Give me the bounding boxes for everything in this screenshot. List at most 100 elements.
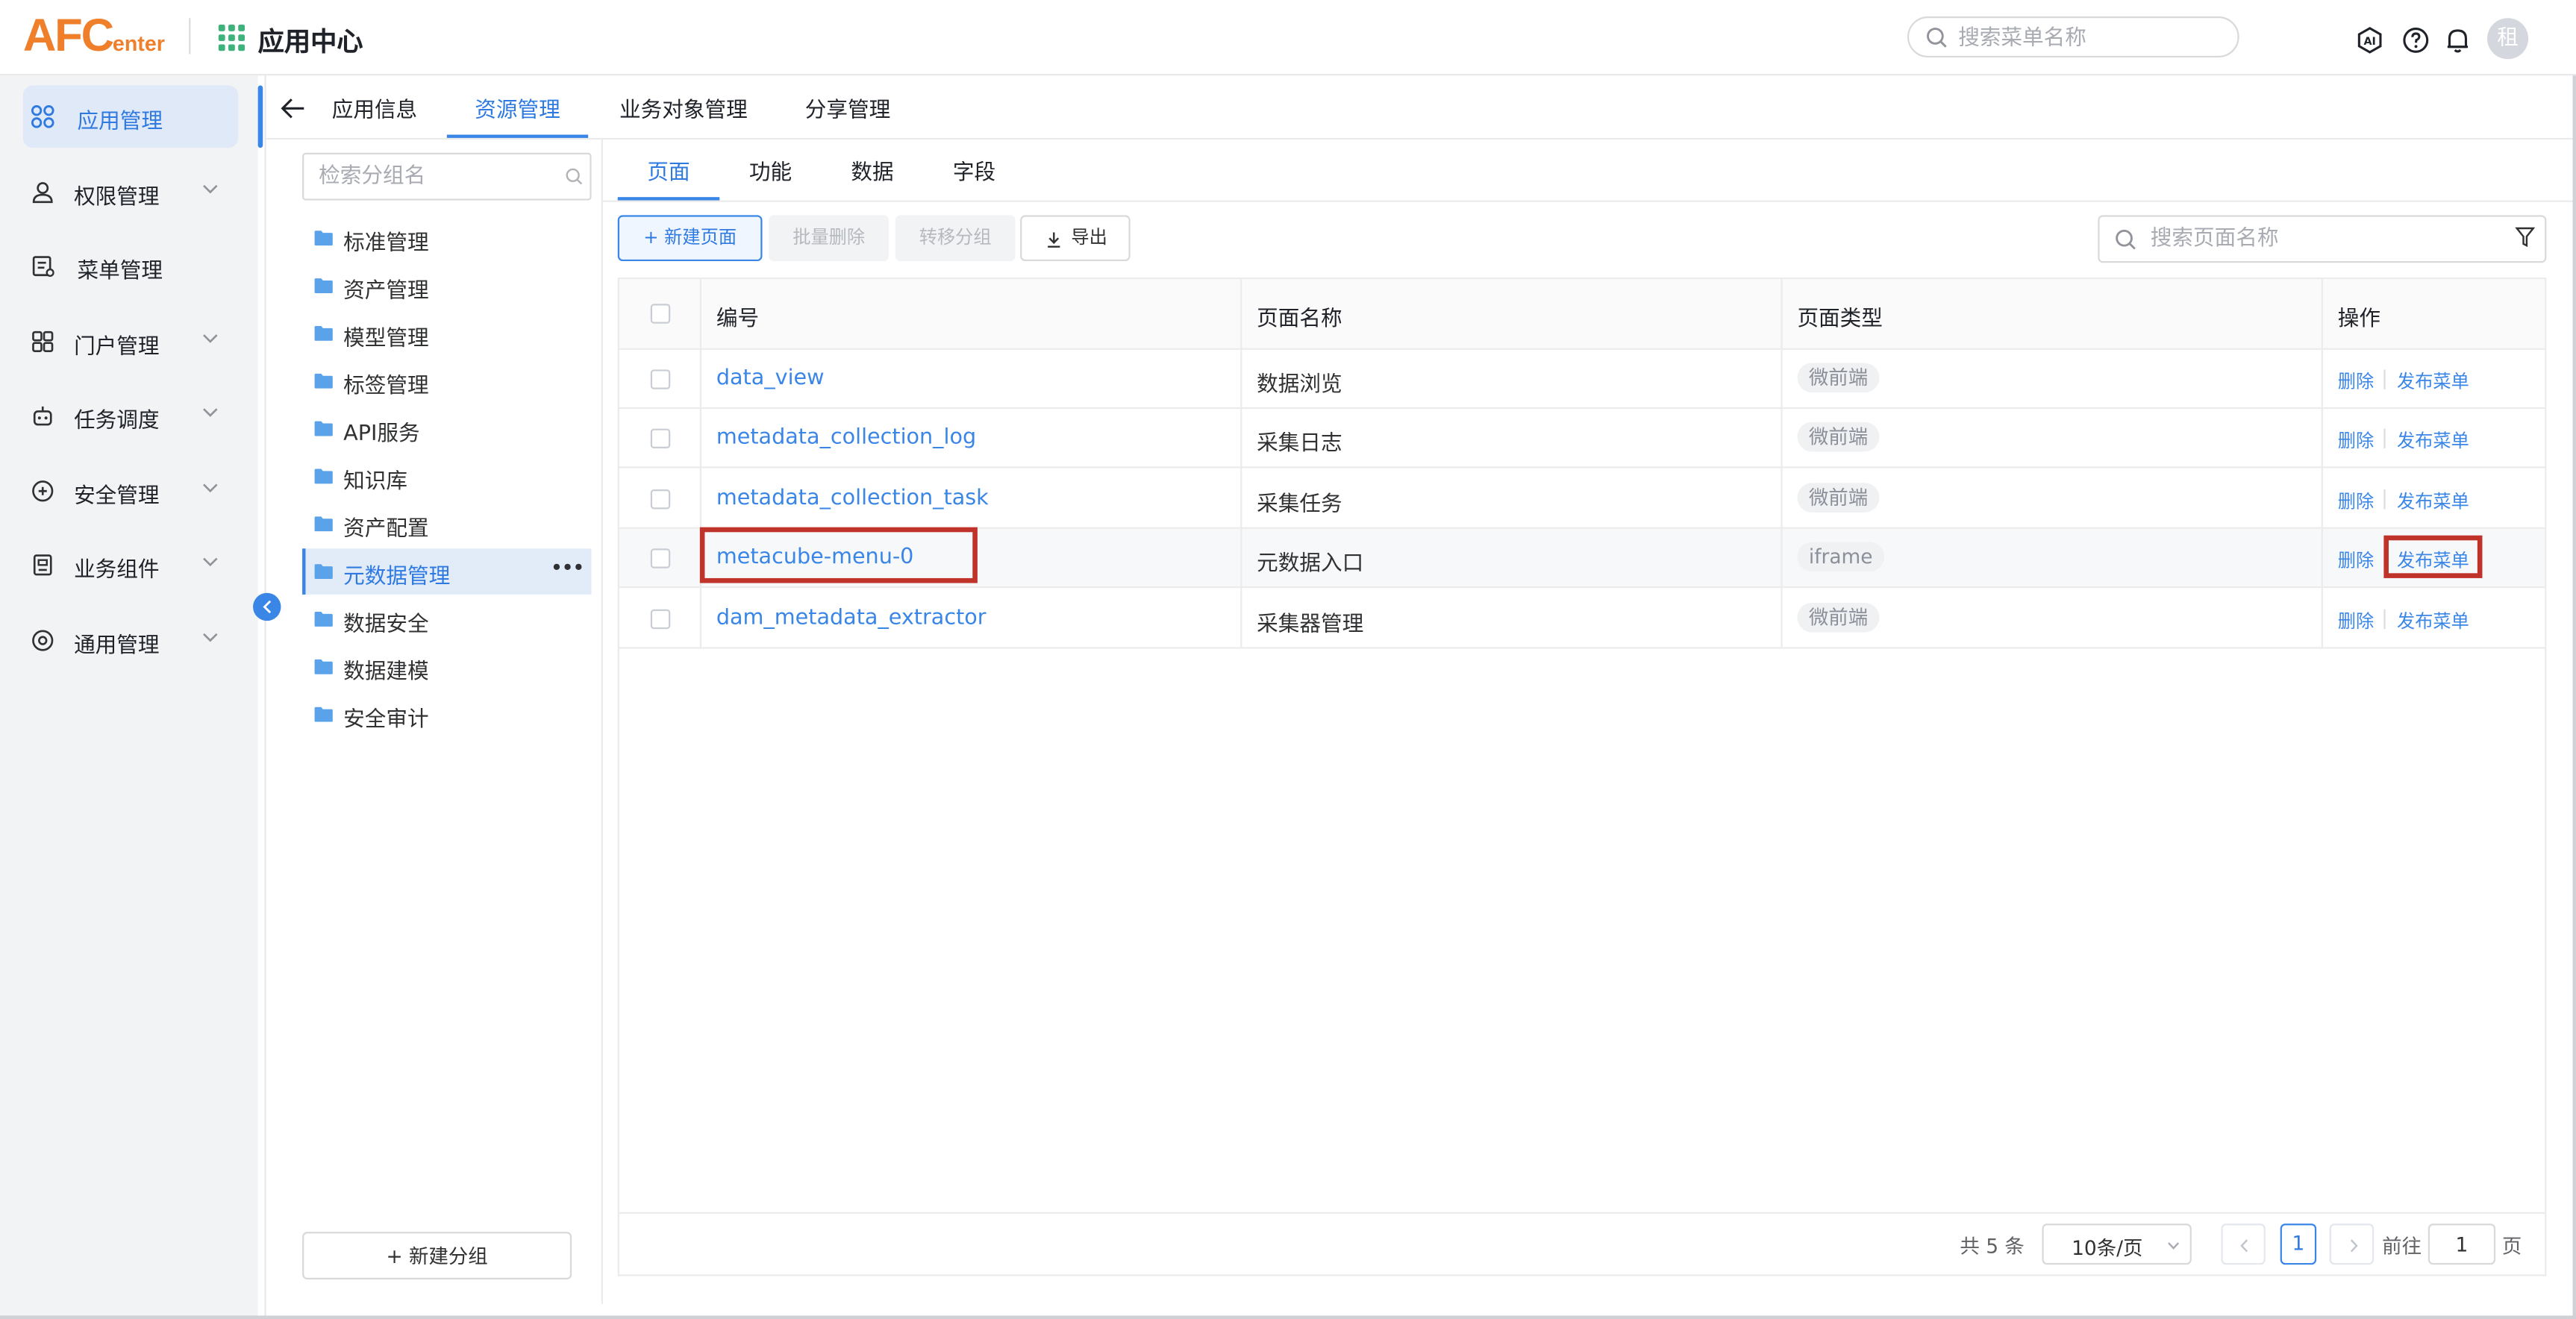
page-code-link[interactable]: metadata_collection_task [716, 486, 989, 510]
sidebar-item-task-schedule[interactable]: 任务调度 [23, 384, 238, 447]
group-item-label: 资产管理 [343, 279, 429, 304]
group-item[interactable]: 标签管理 [302, 358, 591, 404]
page-type-tag: 微前端 [1797, 363, 1880, 393]
sidebar-item-app-management[interactable]: 应用管理 [22, 85, 239, 148]
select-all-checkbox[interactable] [650, 304, 671, 324]
batch-delete-button[interactable]: 批量删除 [769, 215, 890, 262]
page-type-tag: 微前端 [1797, 422, 1880, 453]
pagination-total: 共 5 条 [1960, 1235, 2025, 1259]
column-divider [1781, 279, 1783, 648]
delete-link[interactable]: 删除 [2338, 487, 2374, 513]
sidebar-item-business-component[interactable]: 业务组件 [23, 533, 238, 596]
delete-link[interactable]: 删除 [2338, 607, 2374, 633]
group-search-input[interactable] [319, 162, 557, 191]
page-name-cell: 采集器管理 [1257, 612, 1364, 637]
page-code-link[interactable]: metacube-menu-0 [716, 545, 914, 570]
avatar[interactable]: 租 [2487, 18, 2529, 60]
next-page-button[interactable] [2329, 1224, 2375, 1265]
more-options-icon[interactable]: ••• [551, 557, 585, 581]
subtab-field[interactable]: 字段 [953, 154, 995, 186]
row-checkbox[interactable] [650, 548, 671, 569]
page-code-link[interactable]: data_view [716, 366, 825, 391]
window-edge [0, 1315, 2576, 1319]
search-icon [565, 168, 583, 186]
delete-link[interactable]: 删除 [2338, 548, 2374, 574]
subtab-page[interactable]: 页面 [647, 154, 690, 186]
row-checkbox[interactable] [650, 489, 671, 510]
tab-resource-management[interactable]: 资源管理 [475, 92, 560, 123]
group-item[interactable]: 模型管理 [302, 310, 591, 357]
filter-icon[interactable] [2515, 227, 2535, 248]
group-item[interactable]: 标准管理 [302, 215, 591, 261]
row-checkbox[interactable] [650, 608, 671, 629]
publish-menu-link[interactable]: 发布菜单 [2397, 487, 2469, 513]
row-checkbox[interactable] [650, 369, 671, 389]
tab-app-info[interactable]: 应用信息 [332, 92, 418, 123]
afc-logo[interactable]: AFCenter [23, 10, 165, 62]
sidebar-item-permission[interactable]: 权限管理 [23, 161, 238, 224]
subtab-function[interactable]: 功能 [749, 154, 792, 186]
new-group-button[interactable]: + 新建分组 [302, 1232, 572, 1279]
chevron-down-icon [202, 333, 219, 343]
portal-icon [31, 330, 54, 354]
page-search-input[interactable] [2150, 225, 2504, 254]
publish-menu-link[interactable]: 发布菜单 [2397, 607, 2469, 633]
move-group-button[interactable]: 转移分组 [895, 215, 1016, 262]
group-item[interactable]: API服务 [302, 406, 591, 452]
new-page-button[interactable]: + 新建页面 [617, 215, 763, 262]
goto-page-input[interactable] [2427, 1224, 2496, 1265]
page-number-current[interactable]: 1 [2280, 1224, 2317, 1265]
publish-menu-link[interactable]: 发布菜单 [2397, 548, 2469, 574]
delete-link[interactable]: 删除 [2338, 368, 2374, 394]
group-item[interactable]: 资产管理 [302, 263, 591, 309]
table-row[interactable]: dam_metadata_extractor 采集器管理 微前端 删除 发布菜单 [619, 589, 2545, 648]
group-item[interactable]: 数据安全 [302, 596, 591, 642]
menu-search-box [1907, 16, 2239, 58]
action-separator [2383, 369, 2386, 389]
group-item[interactable]: 知识库 [302, 454, 591, 500]
page-name-cell: 采集日志 [1257, 432, 1342, 457]
table-row[interactable]: metadata_collection_log 采集日志 微前端 删除 发布菜单 [619, 410, 2545, 469]
group-item-label: 模型管理 [343, 327, 429, 352]
group-item[interactable]: 资产配置 [302, 501, 591, 547]
pages-table: 编号 页面名称 页面类型 操作 data_view 数据浏览 微前端 删除 发布菜单 me… [617, 278, 2547, 1276]
group-item[interactable]: 数据建模 [302, 644, 591, 690]
publish-menu-link[interactable]: 发布菜单 [2397, 427, 2469, 454]
group-item-label: 数据建模 [343, 660, 429, 686]
table-row[interactable]: metadata_collection_task 采集任务 微前端 删除 发布菜单 [619, 469, 2545, 529]
back-arrow-icon[interactable] [279, 97, 305, 120]
group-item[interactable]: 元数据管理 ••• [302, 548, 592, 595]
sidebar-collapse-button[interactable] [253, 592, 281, 621]
row-checkbox[interactable] [650, 429, 671, 449]
robot-icon [31, 404, 54, 427]
content-left-border [264, 75, 266, 1319]
delete-link[interactable]: 删除 [2338, 427, 2374, 454]
bell-icon[interactable] [2445, 26, 2471, 54]
sidebar-item-portal[interactable]: 门户管理 [23, 310, 238, 373]
group-item[interactable]: 安全审计 [302, 692, 591, 738]
sidebar-item-security[interactable]: 安全管理 [23, 460, 238, 522]
tabs-divider [266, 137, 2576, 140]
publish-menu-link[interactable]: 发布菜单 [2397, 368, 2469, 394]
sidebar-item-menu[interactable]: 菜单管理 [23, 235, 238, 298]
group-item-label: 资产配置 [343, 517, 429, 542]
table-row[interactable]: metacube-menu-0 元数据入口 iframe 删除 发布菜单 [619, 529, 2545, 589]
ai-icon[interactable]: AI [2356, 26, 2383, 54]
header-code: 编号 [716, 307, 760, 332]
sidebar-item-general[interactable]: 通用管理 [23, 610, 238, 672]
app-grid-icon[interactable] [218, 25, 246, 51]
page-size-select[interactable]: 10条/页 [2042, 1224, 2192, 1265]
subtab-data[interactable]: 数据 [851, 154, 893, 186]
tab-business-object[interactable]: 业务对象管理 [619, 92, 748, 123]
menu-search-input[interactable] [1958, 22, 2230, 53]
prev-page-button[interactable] [2221, 1224, 2266, 1265]
page-name-cell: 元数据入口 [1257, 552, 1364, 577]
tab-share-management[interactable]: 分享管理 [805, 92, 891, 123]
page-code-link[interactable]: dam_metadata_extractor [716, 605, 987, 630]
help-icon[interactable] [2402, 26, 2430, 54]
table-row[interactable]: data_view 数据浏览 微前端 删除 发布菜单 [619, 349, 2545, 410]
group-item-label: 标准管理 [343, 231, 429, 257]
export-button[interactable]: 导出 [1020, 215, 1131, 262]
chevron-right-icon [2349, 1238, 2359, 1253]
page-code-link[interactable]: metadata_collection_log [716, 426, 976, 451]
